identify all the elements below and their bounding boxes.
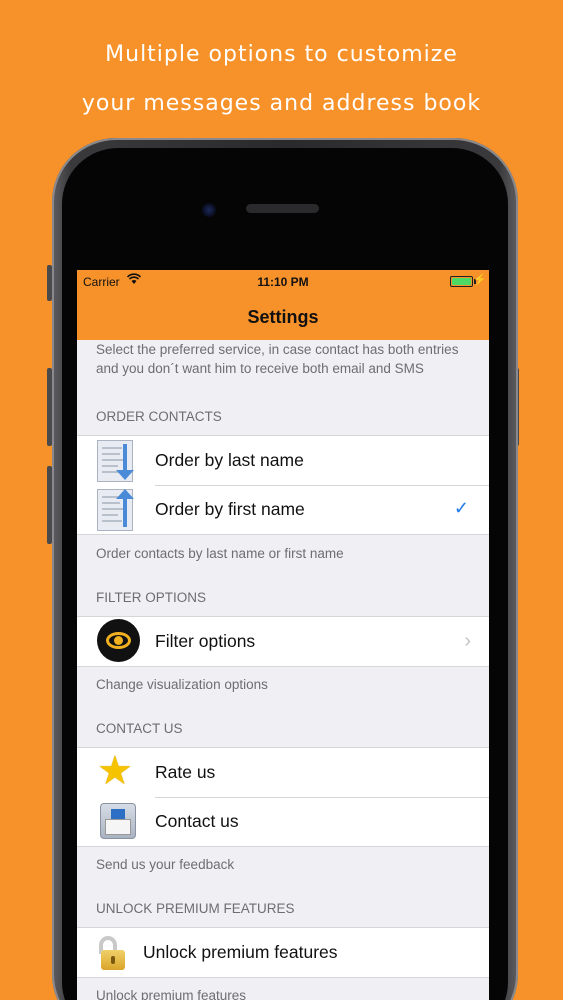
star-icon: ★ bbox=[97, 749, 133, 793]
order-contacts-footer: Order contacts by last name or first nam… bbox=[96, 546, 344, 561]
filter-options-label: Filter options bbox=[155, 631, 256, 651]
charging-icon: ⚡ bbox=[473, 274, 487, 286]
earpiece-speaker bbox=[246, 204, 319, 213]
checkmark-icon: ✓ bbox=[453, 498, 469, 518]
page-title: Settings bbox=[247, 307, 319, 327]
unlock-premium-label: Unlock premium features bbox=[143, 942, 338, 962]
eye-icon bbox=[77, 617, 155, 666]
order-by-first-name-row[interactable]: Order by first name ✓ bbox=[77, 485, 489, 534]
navigation-bar: Settings bbox=[77, 294, 489, 340]
status-bar: Carrier 11:10 PM ⚡ bbox=[77, 270, 489, 294]
battery-icon bbox=[450, 276, 473, 287]
rate-us-row[interactable]: ★ Rate us bbox=[77, 748, 489, 797]
filter-options-row[interactable]: Filter options › bbox=[77, 617, 489, 666]
sort-down-icon bbox=[77, 436, 155, 485]
order-by-last-name-row[interactable]: Order by last name bbox=[77, 436, 489, 485]
settings-list[interactable]: Select the preferred service, in case co… bbox=[77, 340, 489, 1000]
unlock-footer: Unlock premium features bbox=[96, 988, 247, 1000]
chevron-right-icon: › bbox=[464, 630, 471, 652]
section-header-filter-options: FILTER OPTIONS bbox=[96, 590, 207, 605]
mail-icon bbox=[77, 797, 155, 846]
order-by-last-name-label: Order by last name bbox=[155, 450, 304, 470]
rate-us-label: Rate us bbox=[155, 762, 216, 782]
promo-headline-line-1: Multiple options to customize bbox=[105, 42, 458, 67]
order-by-first-name-label: Order by first name bbox=[155, 499, 305, 519]
front-camera bbox=[202, 203, 216, 217]
unlock-group: Unlock premium features bbox=[77, 927, 489, 978]
unlock-premium-row[interactable]: Unlock premium features bbox=[77, 928, 489, 977]
app-screen: Carrier 11:10 PM ⚡ Settings Select the p… bbox=[77, 270, 489, 1000]
status-time: 11:10 PM bbox=[257, 275, 309, 289]
sort-up-icon bbox=[77, 485, 155, 534]
contact-us-group: ★ Rate us Contact us bbox=[77, 747, 489, 847]
filter-options-footer: Change visualization options bbox=[96, 677, 268, 692]
contact-us-footer: Send us your feedback bbox=[96, 857, 235, 872]
section-header-contact-us: CONTACT US bbox=[96, 721, 183, 736]
filter-options-group: Filter options › bbox=[77, 616, 489, 667]
section-header-order-contacts: ORDER CONTACTS bbox=[96, 409, 222, 424]
promo-headline-line-2: your messages and address book bbox=[81, 91, 482, 116]
contact-us-row[interactable]: Contact us bbox=[77, 797, 489, 846]
order-contacts-group: Order by last name Order by first name ✓ bbox=[77, 435, 489, 535]
contact-us-label: Contact us bbox=[155, 811, 239, 831]
section-header-unlock: UNLOCK PREMIUM FEATURES bbox=[96, 901, 295, 916]
lock-icon bbox=[77, 928, 143, 977]
service-footer: Select the preferred service, in case co… bbox=[96, 342, 459, 376]
